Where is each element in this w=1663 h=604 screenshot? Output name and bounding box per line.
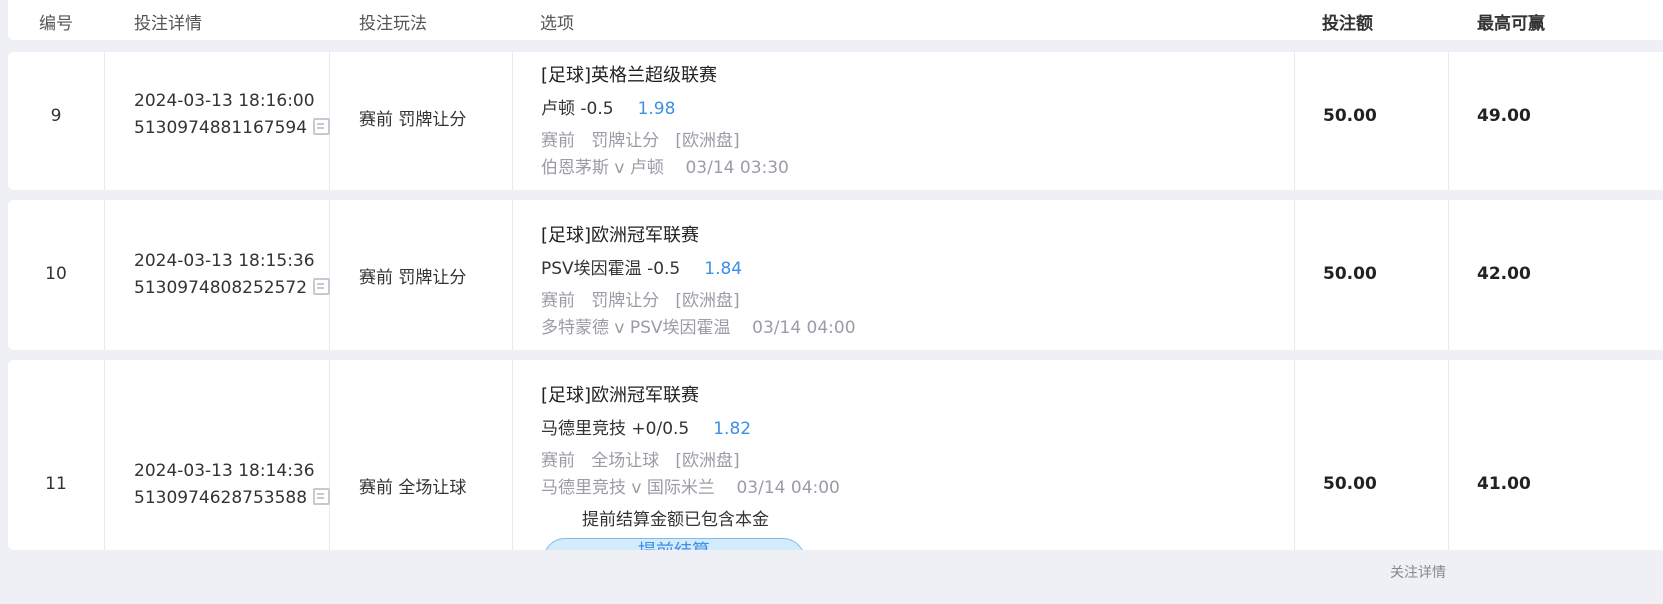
divider (104, 52, 105, 190)
table-row: 11 2024-03-13 18:14:36 5130974628753588 … (8, 360, 1663, 550)
header-detail: 投注详情 (134, 14, 202, 34)
table-row: 10 2024-03-13 18:15:36 5130974808252572 … (8, 200, 1663, 350)
stake-amount: 50.00 (1323, 474, 1377, 494)
divider (1294, 52, 1295, 190)
bet-detail: 2024-03-13 18:14:36 5130974628753588 (134, 458, 331, 512)
header-maxwin: 最高可赢 (1477, 14, 1545, 34)
header-play: 投注玩法 (359, 14, 427, 34)
table-row: 9 2024-03-13 18:16:00 5130974881167594 赛… (8, 52, 1663, 190)
divider (1294, 200, 1295, 350)
order-id-line: 5130974628753588 (134, 485, 331, 512)
league-name: [足球]欧洲冠军联赛 (541, 385, 700, 406)
selection: 卢顿 -0.5 (541, 99, 614, 119)
settle-note: 提前结算金额已包含本金 (582, 510, 769, 530)
league-name: [足球]英格兰超级联赛 (541, 65, 718, 86)
table-header: 编号 投注详情 投注玩法 选项 投注额 最高可赢 (8, 0, 1663, 40)
order-id-line: 5130974881167594 (134, 115, 331, 142)
match-info: 多特蒙德 v PSV埃因霍温 03/14 04:00 (541, 318, 856, 338)
early-settle-button[interactable]: 提前结算 (543, 538, 805, 550)
order-id: 5130974881167594 (134, 118, 308, 138)
selection: PSV埃因霍温 -0.5 (541, 259, 681, 279)
divider (512, 52, 513, 190)
order-id: 5130974808252572 (134, 278, 308, 298)
selection-line: 马德里竞技 +0/0.5 1.82 (541, 414, 751, 439)
divider (1448, 52, 1449, 190)
divider (1294, 360, 1295, 550)
header-stake: 投注额 (1322, 14, 1373, 34)
divider (512, 360, 513, 550)
copy-icon[interactable] (313, 487, 331, 505)
bet-detail: 2024-03-13 18:16:00 5130974881167594 (134, 88, 331, 142)
odds: 1.82 (713, 419, 752, 439)
row-number: 9 (50, 106, 62, 126)
divider (104, 200, 105, 350)
max-win-amount: 49.00 (1477, 106, 1531, 126)
copy-icon[interactable] (313, 277, 331, 295)
odds: 1.98 (637, 99, 676, 119)
order-id-line: 5130974808252572 (134, 275, 331, 302)
market-info: 赛前 全场让球 [欧洲盘] (541, 451, 740, 471)
divider (512, 200, 513, 350)
max-win-amount: 42.00 (1477, 264, 1531, 284)
row-number: 11 (45, 474, 67, 494)
bet-play: 赛前 罚牌让分 (359, 110, 467, 130)
divider (329, 360, 330, 550)
selection: 马德里竞技 +0/0.5 (541, 419, 690, 439)
header-option: 选项 (540, 14, 574, 34)
divider (104, 360, 105, 550)
selection-line: 卢顿 -0.5 1.98 (541, 94, 675, 119)
row-number: 10 (45, 264, 67, 284)
bet-play: 赛前 全场让球 (359, 478, 467, 498)
bet-detail: 2024-03-13 18:15:36 5130974808252572 (134, 248, 331, 302)
max-win-amount: 41.00 (1477, 474, 1531, 494)
copy-icon[interactable] (313, 117, 331, 135)
divider (1448, 200, 1449, 350)
odds: 1.84 (704, 259, 743, 279)
bet-play: 赛前 罚牌让分 (359, 268, 467, 288)
bet-datetime: 2024-03-13 18:14:36 (134, 461, 315, 481)
header-no: 编号 (39, 14, 73, 34)
match-info: 马德里竞技 v 国际米兰 03/14 04:00 (541, 478, 840, 498)
league-name: [足球]欧洲冠军联赛 (541, 225, 700, 246)
bet-datetime: 2024-03-13 18:16:00 (134, 91, 315, 111)
stake-amount: 50.00 (1323, 106, 1377, 126)
market-info: 赛前 罚牌让分 [欧洲盘] (541, 291, 740, 311)
match-info: 伯恩茅斯 v 卢顿 03/14 03:30 (541, 158, 789, 178)
stake-amount: 50.00 (1323, 264, 1377, 284)
order-id: 5130974628753588 (134, 488, 308, 508)
divider (1448, 360, 1449, 550)
bet-datetime: 2024-03-13 18:15:36 (134, 251, 315, 271)
market-info: 赛前 罚牌让分 [欧洲盘] (541, 131, 740, 151)
selection-line: PSV埃因霍温 -0.5 1.84 (541, 254, 742, 279)
footer-hint: 关注详情 (1390, 565, 1446, 581)
